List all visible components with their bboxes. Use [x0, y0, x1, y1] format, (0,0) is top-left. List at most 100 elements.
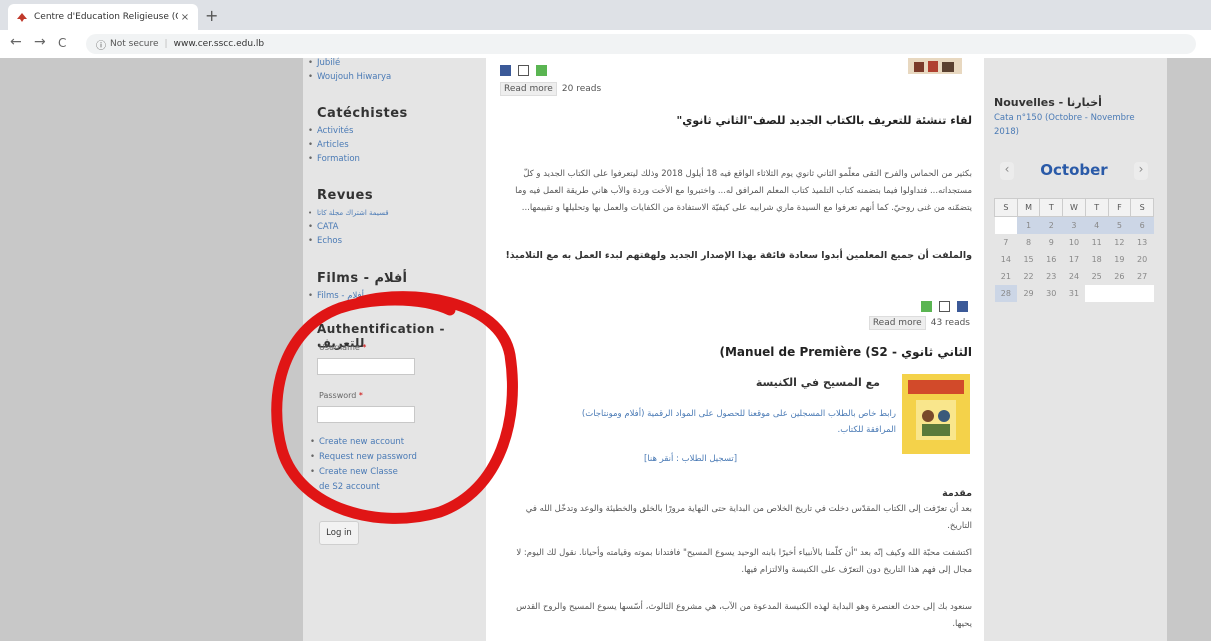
calendar-day[interactable]: 11 [1085, 234, 1108, 251]
catechistes-menu: Activités Articles Formation [303, 124, 360, 166]
calendar-day[interactable]: 20 [1131, 251, 1154, 268]
weekday: M [1016, 198, 1041, 217]
top-menu: Jubilé Woujouh Hiwarya [303, 56, 391, 84]
right-sidebar: Nouvelles - أخبارنا Cata n°150 (Octobre … [984, 58, 1167, 641]
calendar-day[interactable]: 25 [1085, 268, 1108, 285]
password-label-text: Password [319, 391, 357, 400]
menu-item-jubile[interactable]: Jubilé [303, 56, 391, 70]
site-favicon-icon [16, 11, 28, 23]
calendar-day[interactable]: 5 [1108, 216, 1131, 234]
login-button[interactable]: Log in [319, 521, 359, 545]
intro-paragraph-1: بعد أن تعرّفت إلى الكتاب المقدّس دخلت في… [525, 504, 972, 531]
menu-item-formation[interactable]: Formation [303, 152, 360, 166]
email-icon[interactable] [518, 65, 530, 76]
calendar-day[interactable]: 17 [1063, 251, 1086, 268]
calendar-day[interactable]: 16 [1040, 251, 1063, 268]
digital-materials-link[interactable]: رابط خاص بالطلاب المسجلين على موقعنا للح… [566, 406, 896, 438]
calendar-next-icon[interactable]: › [1134, 162, 1148, 180]
calendar-day[interactable]: 2 [1039, 216, 1063, 234]
calendar-month: October [1040, 161, 1108, 179]
menu-item-cata[interactable]: CATA [303, 220, 389, 234]
omnibox[interactable]: ⓘ Not secure | www.cer.sscc.edu.lb [86, 34, 1196, 54]
password-input[interactable] [317, 406, 415, 423]
info-icon[interactable]: ⓘ [96, 37, 106, 52]
calendar-day[interactable]: 21 [995, 268, 1018, 285]
calendar-day[interactable]: 3 [1062, 216, 1086, 234]
separator: | [164, 39, 168, 49]
calendar-day[interactable]: 15 [1017, 251, 1040, 268]
calendar-day[interactable]: 7 [995, 234, 1018, 251]
student-signup-link[interactable]: [تسجيل الطلاب : أنقر هنا] [644, 454, 737, 464]
weekday: F [1107, 198, 1132, 217]
calendar-day[interactable]: 4 [1085, 216, 1109, 234]
post3-subtitle: مع المسيح في الكنيسة [755, 376, 880, 389]
calendar-day[interactable]: 30 [1040, 285, 1063, 302]
browser-tab[interactable]: Centre d'Education Religieuse (C × [8, 4, 198, 30]
menu-item-films[interactable]: Films - أفلام [303, 289, 364, 303]
weekday: T [1084, 198, 1109, 217]
post3-title[interactable]: (Manuel de Première (S2 - الثاني ثانوي [720, 345, 973, 359]
calendar-day[interactable]: 6 [1130, 216, 1154, 234]
password-label: Password * [319, 391, 363, 400]
calendar-day[interactable]: 31 [1063, 285, 1086, 302]
calendar-day [994, 216, 1018, 234]
menu-item-activites[interactable]: Activités [303, 124, 360, 138]
calendar-day[interactable]: 19 [1108, 251, 1131, 268]
catechistes-heading: Catéchistes [317, 106, 408, 121]
calendar-day[interactable]: 24 [1063, 268, 1086, 285]
calendar-day[interactable]: 27 [1131, 268, 1154, 285]
new-tab-button[interactable]: + [205, 6, 218, 25]
request-password-link[interactable]: Request new password [305, 450, 475, 465]
read-count: 43 reads [930, 318, 970, 328]
calendar-day[interactable]: 8 [1017, 234, 1040, 251]
intro-paragraph-2: اكتشفت محبّة الله وكيف إنّه بعد "أن كلّم… [516, 548, 972, 575]
username-input[interactable] [317, 358, 415, 375]
calendar-week: 1 2 3 4 5 6 [994, 216, 1154, 234]
username-label-text: Username [319, 343, 360, 352]
calendar-day[interactable]: 29 [1017, 285, 1040, 302]
calendar-day[interactable]: 28 [994, 285, 1018, 302]
calendar-day [1108, 285, 1131, 302]
calendar-day [1085, 285, 1109, 302]
calendar-day[interactable]: 26 [1108, 268, 1131, 285]
intro-paragraph-3: سنعود بك إلى حدث العنصرة وهو البداية لهذ… [516, 602, 972, 629]
calendar-day[interactable]: 10 [1063, 234, 1086, 251]
address-bar: ← → C ⓘ Not secure | www.cer.sscc.edu.lb [0, 30, 1211, 59]
calendar-day[interactable]: 14 [995, 251, 1018, 268]
calendar-day[interactable]: 9 [1040, 234, 1063, 251]
create-s2-account-link[interactable]: Create new Classe de S2 account [305, 465, 409, 495]
reload-icon[interactable]: C [58, 36, 66, 50]
calendar-day[interactable]: 13 [1131, 234, 1154, 251]
revues-menu: قسيمة اشتراك مجلة كاتا CATA Echos [303, 206, 389, 248]
menu-item-echos[interactable]: Echos [303, 234, 389, 248]
calendar-weekdays: S M T W T F S [994, 198, 1154, 217]
post2-title[interactable]: لقاء تنشئة للتعريف بالكتاب الجديد للصف"ا… [502, 114, 972, 127]
book-cover-image [902, 374, 970, 454]
read-count: 20 reads [561, 84, 602, 94]
read-more-button[interactable]: Read more [868, 316, 926, 330]
back-icon[interactable]: ← [10, 34, 22, 50]
share-icon[interactable] [536, 65, 548, 76]
page: Jubilé Woujouh Hiwarya Catéchistes Activ… [0, 56, 1211, 641]
calendar-day[interactable]: 1 [1017, 216, 1040, 234]
weekday: T [1039, 198, 1064, 217]
tab-close-icon[interactable]: × [178, 12, 192, 23]
menu-item-woujouh[interactable]: Woujouh Hiwarya [303, 70, 391, 84]
calendar-week: 14 15 16 17 18 19 20 [995, 251, 1154, 268]
read-more-button[interactable]: Read more [500, 82, 557, 96]
tab-title: Centre d'Education Religieuse (C [34, 12, 178, 22]
calendar-day[interactable]: 23 [1040, 268, 1063, 285]
facebook-icon[interactable] [500, 65, 511, 76]
left-sidebar: Jubilé Woujouh Hiwarya Catéchistes Activ… [303, 56, 486, 641]
menu-item-subscription[interactable]: قسيمة اشتراك مجلة كاتا [303, 206, 389, 220]
calendar-day[interactable]: 18 [1085, 251, 1108, 268]
intro-heading: مقدمة [942, 488, 972, 499]
create-account-link[interactable]: Create new account [305, 435, 475, 450]
calendar-day[interactable]: 22 [1017, 268, 1040, 285]
menu-item-articles[interactable]: Articles [303, 138, 360, 152]
calendar-week: 7 8 9 10 11 12 13 [995, 234, 1154, 251]
main-content: Read more 20 reads لقاء تنشئة للتعريف با… [486, 58, 984, 641]
news-link[interactable]: Cata n°150 (Octobre - Novembre 2018) [994, 111, 1154, 139]
calendar-day[interactable]: 12 [1108, 234, 1131, 251]
forward-icon[interactable]: → [34, 34, 46, 50]
